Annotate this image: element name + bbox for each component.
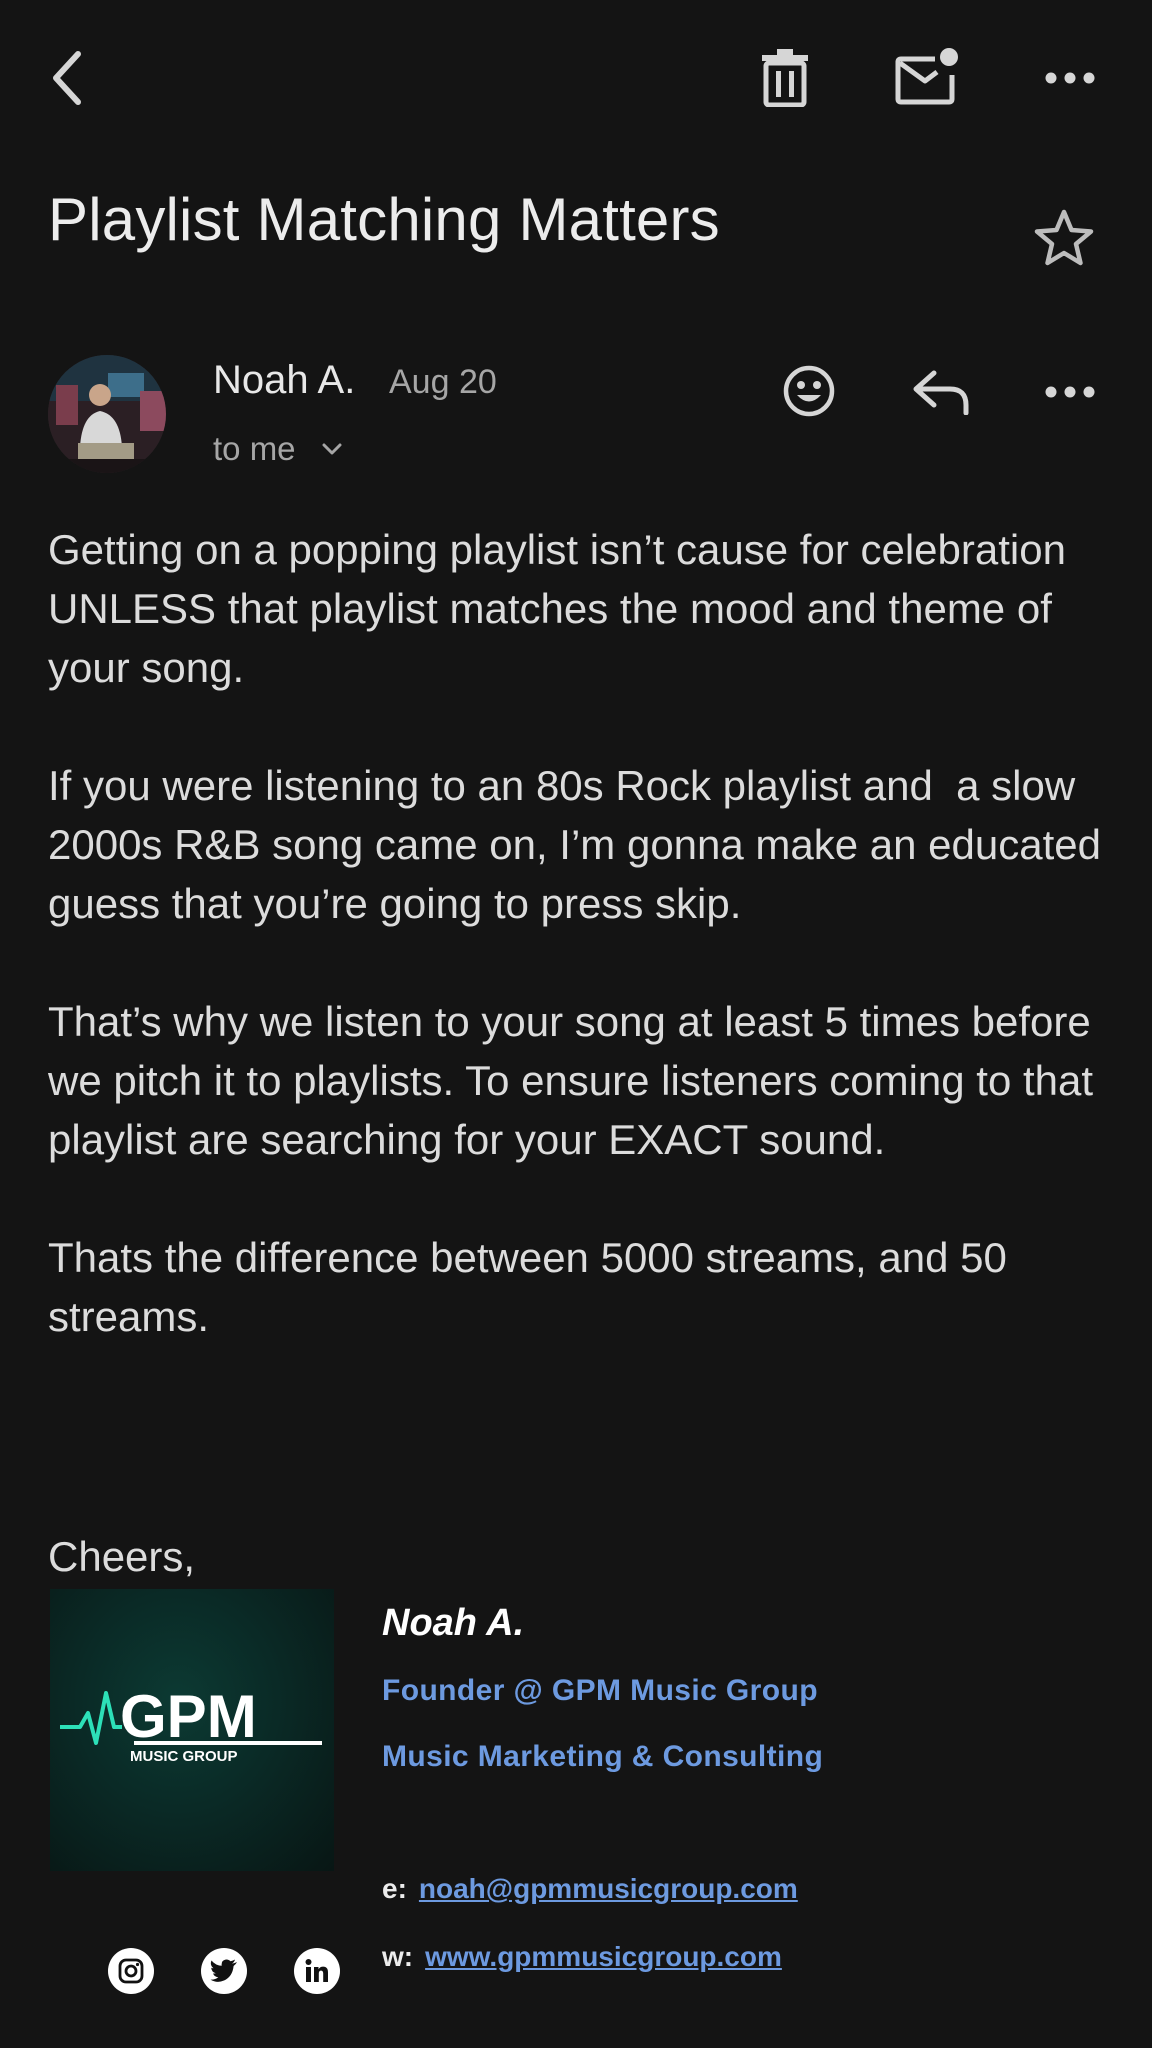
signature-name: Noah A. [382,1602,525,1644]
more-horizontal-icon [1045,72,1095,84]
website-label: w: [382,1941,414,1972]
react-button[interactable] [778,360,840,422]
email-body: Getting on a popping playlist isn’t caus… [48,520,1108,1405]
logo-subtext: MUSIC GROUP [130,1748,238,1765]
company-logo: GPM MUSIC GROUP [50,1589,334,1871]
email-subject: Playlist Matching Matters [48,186,720,253]
signature-website-line: w: www.gpmmusicgroup.com [382,1941,782,1973]
reply-button[interactable] [908,364,974,420]
message-more-button[interactable] [1040,372,1100,412]
avatar-photo [48,355,166,473]
trash-icon [762,49,808,107]
sender-avatar[interactable] [48,355,166,473]
signature-email-line: e: noah@gpmmusicgroup.com [382,1873,798,1905]
signature-role: Founder @ GPM Music Group [382,1674,818,1707]
star-button[interactable] [1028,202,1100,274]
email-link[interactable]: noah@gpmmusicgroup.com [419,1873,798,1905]
logo-wordmark: GPM [120,1683,257,1750]
linkedin-link[interactable] [294,1948,340,1994]
email-label: e: [382,1873,407,1904]
more-options-button[interactable] [1040,58,1100,98]
sender-name[interactable]: Noah A. [213,358,355,403]
body-paragraph: If you were listening to an 80s Rock pla… [48,762,1113,927]
mark-unread-button[interactable] [892,44,964,108]
instagram-link[interactable] [108,1948,154,1994]
recipient-details-toggle[interactable]: to me [213,430,342,468]
body-paragraph: That’s why we listen to your song at lea… [48,998,1094,1163]
delete-button[interactable] [752,44,818,112]
email-date: Aug 20 [389,363,497,401]
body-paragraph: Getting on a popping playlist isn’t caus… [48,526,1066,691]
back-button[interactable] [36,40,96,116]
chevron-down-icon [322,443,342,455]
twitter-icon [210,1959,237,1982]
reply-icon [913,370,969,415]
body-paragraph: Thats the difference between 5000 stream… [48,1234,1007,1340]
recipient-label: to me [213,430,296,467]
star-outline-icon [1034,209,1094,266]
twitter-link[interactable] [201,1948,247,1994]
email-signoff: Cheers, [48,1533,196,1580]
website-link[interactable]: www.gpmmusicgroup.com [425,1941,782,1973]
more-horizontal-icon [1045,386,1095,398]
signature-tagline: Music Marketing & Consulting [382,1740,824,1773]
instagram-icon [118,1958,144,1984]
emoji-icon [783,365,835,417]
mail-unread-icon [895,48,958,105]
chevron-left-icon [53,51,81,105]
linkedin-icon [305,1959,328,1982]
